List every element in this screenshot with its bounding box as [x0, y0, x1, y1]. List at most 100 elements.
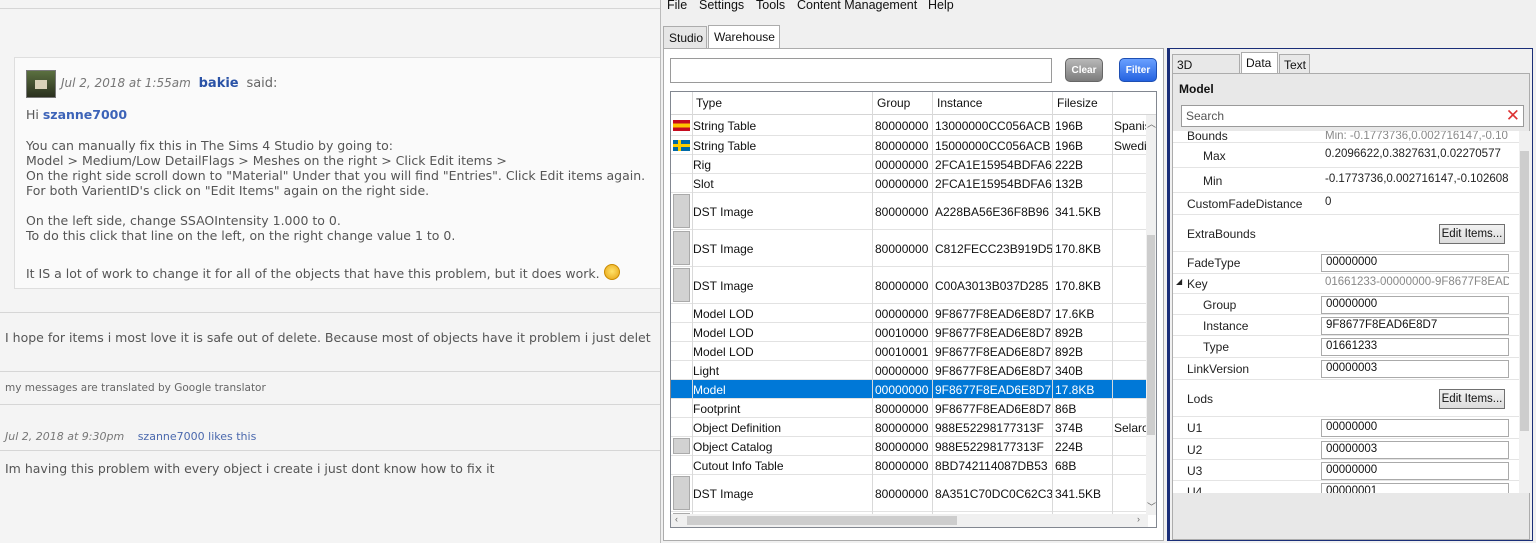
- table-row[interactable]: Object Definition 80000000 988E52298177313…: [671, 418, 1149, 437]
- column-filesize[interactable]: Filesize: [1057, 96, 1098, 110]
- likes-link[interactable]: szanne7000 likes this: [138, 430, 257, 443]
- menu-tools[interactable]: Tools: [756, 0, 785, 12]
- horizontal-scrollbar[interactable]: ‹ ›: [671, 514, 1148, 527]
- property-value-field[interactable]: 00000000: [1321, 419, 1509, 437]
- tab-data[interactable]: Data: [1241, 52, 1278, 75]
- tab-warehouse[interactable]: Warehouse: [708, 25, 780, 48]
- property-value-field[interactable]: 00000003: [1321, 441, 1509, 459]
- row-group: 00000000: [875, 158, 929, 172]
- table-row[interactable]: String Table 80000000 13000000CC056ACB 196B…: [671, 116, 1151, 136]
- row-type: DST Image: [693, 487, 754, 501]
- quote-date: Jul 2, 2018 at 1:55am: [61, 76, 191, 90]
- scroll-right-icon[interactable]: ›: [1137, 514, 1140, 524]
- row-type: Model: [693, 383, 726, 397]
- property-scrollbar[interactable]: [1519, 131, 1530, 493]
- clear-button[interactable]: Clear: [1065, 58, 1103, 82]
- menu-help[interactable]: Help: [928, 0, 954, 12]
- quote-author[interactable]: bakie: [199, 76, 239, 91]
- property-value-field[interactable]: 00000003: [1321, 360, 1509, 378]
- table-row[interactable]: Model LOD 00010001 9F8677F8EAD6E8D7 892B: [671, 342, 1148, 361]
- divider: [0, 404, 660, 405]
- table-row[interactable]: Object Catalog 80000000 988E52298177313F 22…: [671, 437, 1148, 456]
- row-instance: A228BA56E36F8B96: [935, 205, 1050, 219]
- row-group: 00000000: [875, 383, 929, 397]
- scroll-thumb[interactable]: [687, 516, 957, 525]
- tab-3d-preview[interactable]: 3D Preview: [1172, 54, 1240, 86]
- property-name: FadeType: [1187, 256, 1241, 270]
- scroll-down-icon[interactable]: ﹀: [1147, 500, 1156, 513]
- menu-settings[interactable]: Settings: [699, 0, 744, 12]
- table-row[interactable]: String Table 80000000 15000000CC056ACB 196B…: [671, 136, 1153, 155]
- property-value-field[interactable]: 00000000: [1321, 254, 1509, 272]
- quote-line: Model > Medium/Low DetailFlags > Meshes …: [26, 153, 507, 168]
- property-row: ◢ Key 01661233-00000000-9F8677F8EAD6E8D7: [1173, 274, 1519, 294]
- row-filesize: 224B: [1055, 440, 1084, 454]
- table-row[interactable]: Light 00000000 9F8677F8EAD6E8D7 340B: [671, 361, 1148, 380]
- table-row[interactable]: Cutout Info Table 80000000 8BD742114087DB5…: [671, 456, 1148, 475]
- row-type: DST Image: [693, 205, 754, 219]
- row-filesize: 892B: [1055, 345, 1084, 359]
- table-row[interactable]: Footprint 80000000 9F8677F8EAD6E8D7 86B: [671, 399, 1148, 418]
- property-row: FadeType 00000000: [1173, 252, 1519, 274]
- row-filesize: 340B: [1055, 364, 1084, 378]
- table-row[interactable]: Rig 00000000 2FCA1E15954BDFA6 222B: [671, 155, 1148, 174]
- property-name: Lods: [1187, 392, 1214, 406]
- table-row[interactable]: DST Image 80000000 C812FECC23B919D5 170.8KB: [671, 230, 1148, 267]
- property-row: Instance 9F8677F8EAD6E8D7: [1173, 315, 1519, 336]
- scroll-up-icon[interactable]: ︿: [1147, 117, 1156, 130]
- row-group: 80000000: [875, 139, 929, 153]
- menu-content-management[interactable]: Content Management: [797, 0, 917, 12]
- mention-link[interactable]: szanne7000: [43, 107, 127, 122]
- column-type[interactable]: Type: [696, 96, 722, 110]
- scroll-left-icon[interactable]: ‹: [675, 514, 678, 524]
- said-label: said:: [246, 76, 278, 91]
- property-value-field[interactable]: 00000000: [1321, 296, 1509, 314]
- clear-search-icon[interactable]: ✕: [1506, 106, 1520, 126]
- vertical-scrollbar[interactable]: ︿ ﹀: [1146, 115, 1156, 515]
- row-instance: C812FECC23B919D5: [935, 242, 1053, 256]
- edit-items-button[interactable]: Edit Items...: [1439, 224, 1505, 244]
- property-value-field[interactable]: 00000000: [1321, 462, 1509, 480]
- tab-studio[interactable]: Studio: [663, 26, 707, 48]
- property-row: Min -0.1773736,0.002716147,-0.102608: [1173, 168, 1519, 193]
- property-name: U3: [1187, 464, 1203, 478]
- table-row[interactable]: Model 00000000 9F8677F8EAD6E8D7 17.8KB: [671, 380, 1148, 399]
- studio-window: File Settings Tools Content Management H…: [660, 0, 1536, 543]
- property-value: 01661233-00000000-9F8677F8EAD6E8D7: [1325, 276, 1509, 288]
- row-group: 80000000: [875, 279, 929, 293]
- scroll-thumb[interactable]: [1147, 235, 1155, 435]
- table-row[interactable]: DST Image 80000000 A228BA56E36F8B96 341.5KB: [671, 193, 1148, 230]
- menu-file[interactable]: File: [667, 0, 687, 12]
- table-row[interactable]: DST Image 80000000 8A351C70DC0C62C3 341.5KB: [671, 475, 1148, 512]
- row-group: 00010001: [875, 345, 929, 359]
- table-row[interactable]: Model LOD 00000000 9F8677F8EAD6E8D7 17.6KB: [671, 304, 1148, 323]
- row-group: 80000000: [875, 459, 929, 473]
- row-group: 80000000: [875, 242, 929, 256]
- row-group: 00000000: [875, 307, 929, 321]
- property-value-field[interactable]: 9F8677F8EAD6E8D7: [1321, 317, 1509, 335]
- filter-button[interactable]: Filter: [1119, 58, 1157, 82]
- property-row: Type 01661233: [1173, 336, 1519, 358]
- avatar[interactable]: [26, 70, 56, 98]
- thumbnail-icon: [673, 194, 690, 228]
- search-input[interactable]: [670, 58, 1052, 83]
- column-group[interactable]: Group: [877, 96, 910, 110]
- property-search-input[interactable]: Search ✕: [1181, 105, 1524, 127]
- row-group: 00010000: [875, 326, 929, 340]
- resource-table: Type Group Instance Filesize String Tabl…: [670, 91, 1157, 528]
- tab-text[interactable]: Text: [1279, 54, 1310, 75]
- property-value-field[interactable]: 00000001: [1321, 483, 1509, 493]
- row-instance: 9F8677F8EAD6E8D7: [935, 402, 1052, 416]
- edit-items-button[interactable]: Edit Items...: [1439, 389, 1505, 409]
- table-row[interactable]: Slot 00000000 2FCA1E15954BDFA6 132B: [671, 174, 1148, 193]
- divider: [0, 312, 660, 313]
- property-name: U1: [1187, 421, 1203, 435]
- collapse-arrow-icon[interactable]: ◢: [1176, 277, 1182, 286]
- row-instance: C00A3013B037D285: [935, 279, 1049, 293]
- property-value-field[interactable]: 01661233: [1321, 338, 1509, 356]
- table-row[interactable]: DST Image 80000000 C00A3013B037D285 170.8KB: [671, 267, 1148, 304]
- column-instance[interactable]: Instance: [937, 96, 982, 110]
- scroll-thumb[interactable]: [1520, 151, 1529, 431]
- table-row[interactable]: Model LOD 00010000 9F8677F8EAD6E8D7 892B: [671, 323, 1148, 342]
- quote-line: For both VarientID's click on "Edit Item…: [26, 183, 430, 198]
